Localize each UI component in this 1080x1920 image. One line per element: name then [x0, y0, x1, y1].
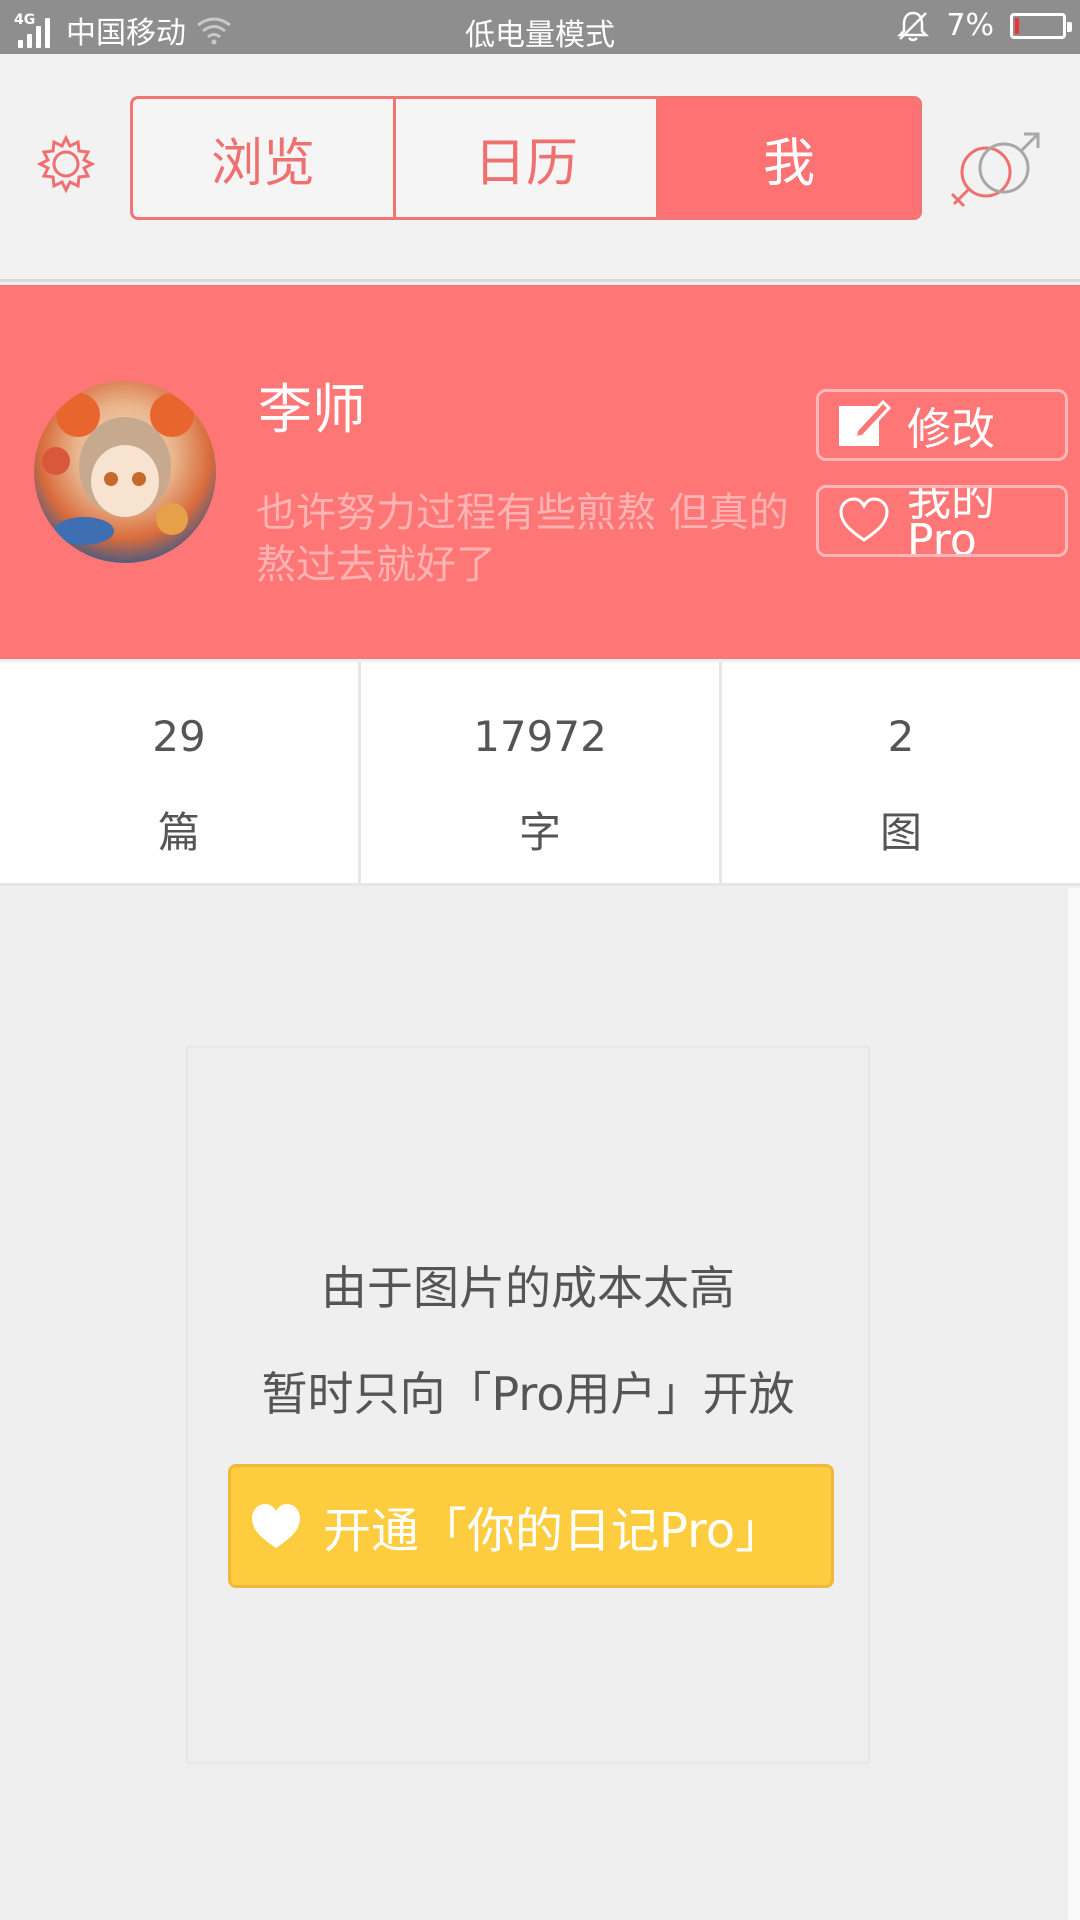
top-nav: 浏览 日历 我 [0, 54, 1080, 282]
tab-me[interactable]: 我 [659, 99, 919, 217]
scrollbar[interactable] [1068, 888, 1080, 1920]
stat-value: 2 [887, 712, 915, 761]
stats-row: 29 篇 17972 字 2 图 [0, 662, 1080, 886]
bell-off-icon [897, 11, 930, 41]
my-pro-button[interactable]: 我的Pro [816, 485, 1068, 557]
tab-browse[interactable]: 浏览 [133, 99, 396, 217]
heart-icon [252, 1504, 300, 1548]
tab-calendar[interactable]: 日历 [396, 99, 659, 217]
heart-icon [839, 497, 889, 542]
edit-icon [839, 399, 892, 446]
locked-message-line2: 暂时只向「Pro用户」开放 [261, 1367, 795, 1421]
stat-entries[interactable]: 29 篇 [0, 662, 361, 883]
subscribe-pro-label: 开通「你的日记Pro」 [323, 1503, 784, 1559]
subscribe-pro-button[interactable]: 开通「你的日记Pro」 [228, 1464, 834, 1588]
stat-value: 29 [152, 712, 206, 761]
stat-value: 17972 [473, 712, 607, 761]
username: 李师 [258, 378, 366, 441]
gear-icon[interactable] [36, 134, 96, 194]
my-pro-label: 我的Pro [907, 485, 995, 557]
motto: 也许努力过程有些煎熬 但真的熬过去就好了 [256, 490, 789, 588]
locked-message-line1: 由于图片的成本太高 [321, 1261, 735, 1315]
avatar[interactable] [34, 381, 216, 563]
gender-icon[interactable] [948, 126, 1044, 210]
edit-profile-button[interactable]: 修改 [816, 389, 1068, 461]
battery-icon [1010, 12, 1072, 39]
edit-label: 修改 [907, 404, 995, 455]
status-right: 7% [896, 8, 1072, 43]
section-tabs: 浏览 日历 我 [130, 96, 922, 220]
profile-header: 李师 也许努力过程有些煎熬 但真的熬过去就好了 修改 我的Pro [0, 285, 1080, 659]
stat-unit: 篇 [157, 808, 200, 857]
stat-unit: 字 [518, 808, 561, 857]
status-bar: 4G 中国移动 低电量模式 7% [0, 0, 1080, 54]
stat-unit: 图 [879, 808, 922, 857]
stat-words[interactable]: 17972 字 [361, 662, 722, 883]
stat-images[interactable]: 2 图 [722, 662, 1080, 883]
pro-locked-card: 由于图片的成本太高 暂时只向「Pro用户」开放 开通「你的日记Pro」 [186, 1046, 870, 1764]
battery-percent: 7% [946, 8, 994, 43]
